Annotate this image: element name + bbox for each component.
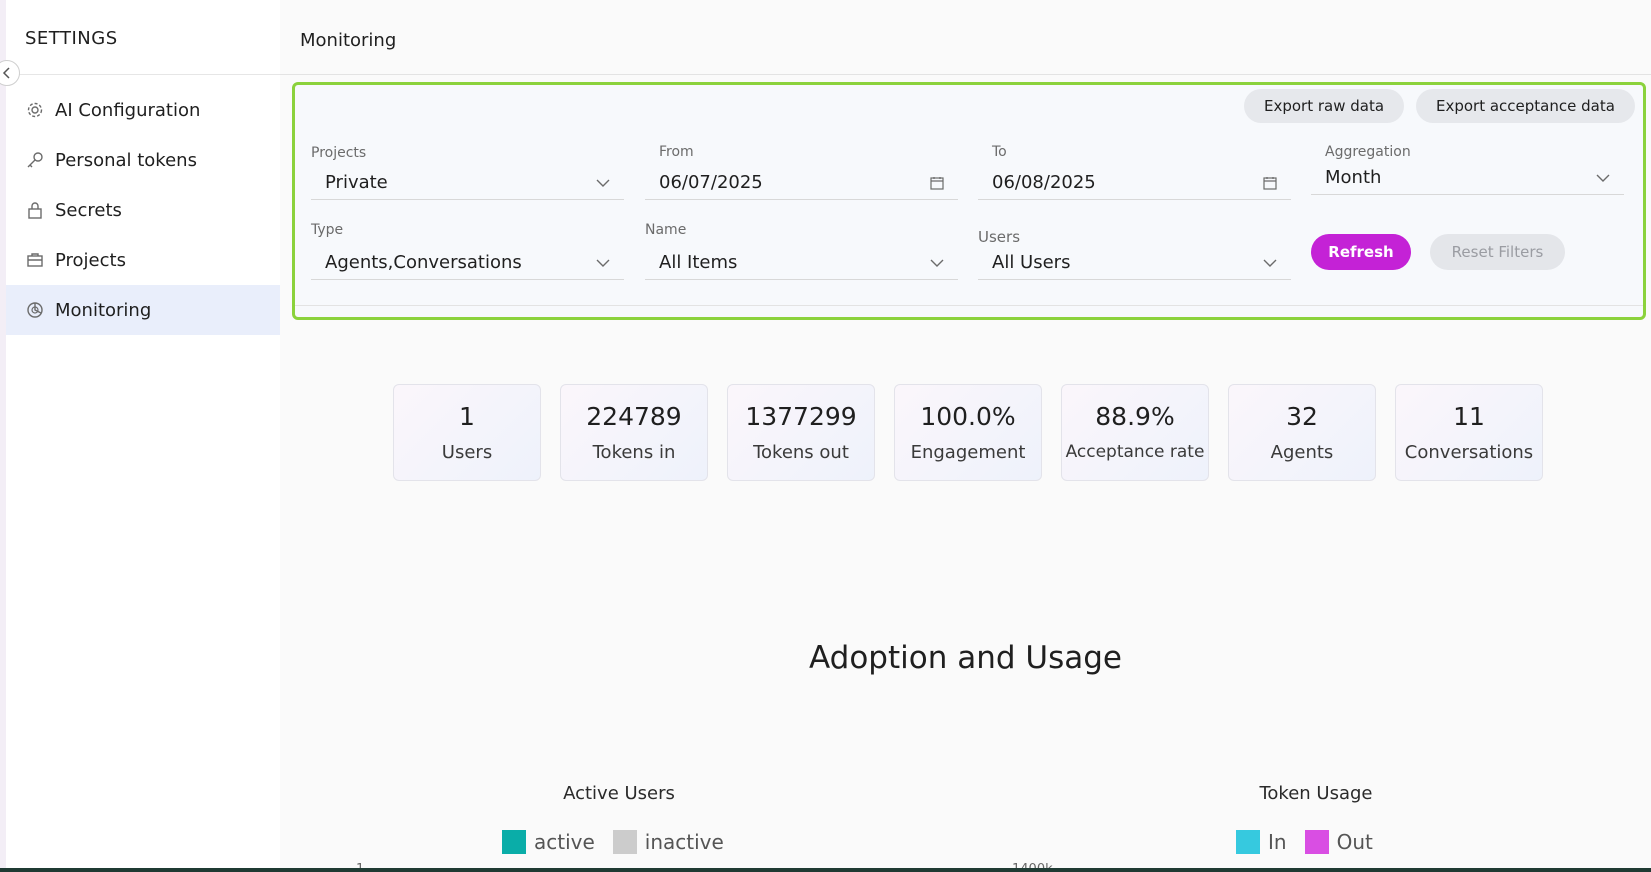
legend-swatch [612,830,637,854]
calendar-icon[interactable] [1263,176,1277,190]
legend-item-active[interactable]: active [502,830,595,854]
section-title: Adoption and Usage [809,640,1122,676]
stat-label: Engagement [910,442,1026,463]
bottom-strip [0,868,1651,872]
legend-label: Out [1336,830,1373,854]
legend-label: In [1268,830,1287,854]
name-select[interactable]: All Items [645,246,958,280]
stat-label: Agents [1270,442,1334,463]
export-raw-data-button[interactable]: Export raw data [1244,89,1405,123]
export-acceptance-data-button[interactable]: Export acceptance data [1416,89,1635,123]
sidebar-item-label: Personal tokens [55,149,197,171]
stat-value: 32 [1286,402,1318,431]
refresh-button[interactable]: Refresh [1311,234,1411,270]
sidebar: SETTINGS AI Configuration Personal token… [0,0,280,872]
sidebar-item-personal-tokens[interactable]: Personal tokens [6,135,280,185]
legend-item-inactive[interactable]: inactive [612,830,724,854]
to-date-field[interactable]: 06/08/2025 [978,166,1291,200]
gear-icon [25,100,45,120]
name-label: Name [645,222,687,238]
sidebar-item-ai-configuration[interactable]: AI Configuration [6,85,280,135]
stat-label: Tokens out [753,442,849,463]
active-users-legend: active inactive [502,830,742,854]
collapse-sidebar-button[interactable] [0,60,20,86]
monitoring-icon [25,300,45,320]
stat-card-agents: 32 Agents [1228,384,1376,481]
type-select[interactable]: Agents,Conversations [311,246,624,280]
sidebar-title: SETTINGS [25,28,118,49]
sidebar-divider [0,74,280,75]
type-value: Agents,Conversations [325,252,522,273]
projects-select[interactable]: Private [311,166,624,200]
stat-label: Tokens in [592,442,676,463]
to-date-value: 06/08/2025 [992,172,1096,193]
stat-card-users: 1 Users [393,384,541,481]
name-value: All Items [659,252,738,273]
stat-label: Acceptance rate [1065,442,1205,462]
legend-item-in[interactable]: In [1236,830,1287,854]
type-label: Type [311,222,344,238]
legend-swatch [502,830,526,854]
stat-value: 100.0% [920,402,1016,431]
chevron-down-icon [930,259,944,267]
projects-label: Projects [311,145,367,161]
page-title: Monitoring [300,30,397,51]
sidebar-item-label: Projects [55,249,126,271]
legend-label: active [534,830,595,854]
users-value: All Users [992,252,1071,273]
sidebar-item-monitoring[interactable]: Monitoring [6,285,280,335]
key-icon [25,150,45,170]
header-divider [280,74,1651,75]
legend-item-out[interactable]: Out [1304,830,1373,854]
legend-swatch [1236,830,1260,854]
sidebar-item-label: Secrets [55,199,122,221]
sidebar-item-label: Monitoring [55,299,152,321]
sidebar-item-projects[interactable]: Projects [6,235,280,285]
from-date-field[interactable]: 06/07/2025 [645,166,958,200]
stat-value: 1 [459,402,475,431]
reset-filters-button[interactable]: Reset Filters [1430,234,1565,270]
stat-card-acceptance-rate: 88.9% Acceptance rate [1061,384,1209,481]
aggregation-select[interactable]: Month [1311,161,1624,195]
stat-value: 88.9% [1095,402,1175,431]
aggregation-value: Month [1325,167,1382,188]
chevron-down-icon [1596,174,1610,182]
sidebar-nav: AI Configuration Personal tokens Secrets… [6,85,280,335]
stat-card-engagement: 100.0% Engagement [894,384,1042,481]
chevron-down-icon [1263,259,1277,267]
filter-panel: Export raw data Export acceptance data P… [292,82,1646,320]
users-label: Users [978,228,1021,246]
active-users-chart-title: Active Users [563,783,675,804]
stat-card-conversations: 11 Conversations [1395,384,1543,481]
stat-label: Users [441,442,493,463]
from-label: From [659,144,694,160]
users-select[interactable]: All Users [978,246,1291,280]
panel-divider [295,305,1643,306]
chevron-down-icon [596,259,610,267]
stat-value: 224789 [586,402,682,431]
stat-card-tokens-out: 1377299 Tokens out [727,384,875,481]
stat-value: 11 [1453,402,1485,431]
stat-value: 1377299 [745,402,857,431]
chevron-down-icon [596,179,610,187]
from-date-value: 06/07/2025 [659,172,763,193]
stat-card-tokens-in: 224789 Tokens in [560,384,708,481]
aggregation-label: Aggregation [1325,144,1411,160]
chevron-left-icon [2,67,10,79]
legend-swatch [1304,830,1329,854]
projects-value: Private [325,172,388,193]
token-usage-legend: In Out [1236,830,1391,854]
token-usage-chart-title: Token Usage [1259,783,1373,804]
lock-icon [25,200,45,220]
legend-label: inactive [644,830,724,854]
calendar-icon[interactable] [930,176,944,190]
sidebar-item-secrets[interactable]: Secrets [6,185,280,235]
to-label: To [992,144,1007,160]
stat-label: Conversations [1404,442,1534,463]
briefcase-icon [25,250,45,270]
sidebar-item-label: AI Configuration [55,99,201,121]
